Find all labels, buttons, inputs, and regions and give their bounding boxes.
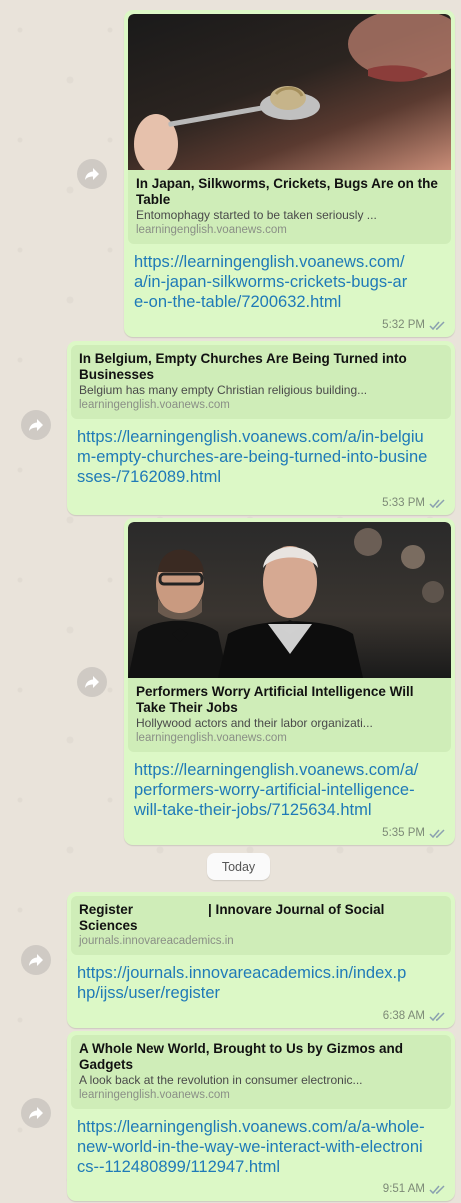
preview-title: Register | Innovare Journal of Social Sc… [79, 902, 389, 933]
message-bubble[interactable]: A Whole New World, Brought to Us by Gizm… [67, 1031, 455, 1201]
message-link[interactable]: https://learningenglish.voanews.com/a/a-… [71, 1109, 451, 1177]
double-check-icon [429, 320, 445, 330]
message-time: 9:51 AM [382, 1183, 425, 1195]
message-bubble[interactable]: In Belgium, Empty Churches Are Being Tur… [67, 341, 455, 515]
message-meta: 6:38 AM [383, 1010, 447, 1022]
message-time: 6:38 AM [382, 1010, 425, 1022]
preview-description: Entomophagy started to be taken seriousl… [136, 208, 377, 222]
forward-icon [29, 419, 43, 431]
preview-domain: journals.innovareacademics.in [79, 935, 234, 947]
preview-domain: learningenglish.voanews.com [136, 732, 287, 744]
message-time: 5:32 PM [382, 319, 425, 331]
forward-button[interactable] [77, 667, 107, 697]
forward-button[interactable] [77, 159, 107, 189]
link-preview[interactable]: Performers Worry Artificial Intelligence… [128, 522, 451, 752]
date-separator: Today [207, 853, 270, 880]
preview-domain: learningenglish.voanews.com [79, 1089, 230, 1101]
forward-icon [85, 168, 99, 180]
message-link[interactable]: https://learningenglish.voanews.com/a/in… [128, 244, 451, 312]
preview-description: Hollywood actors and their labor organiz… [136, 716, 373, 730]
message-time: 5:35 PM [382, 827, 425, 839]
double-check-icon [429, 498, 445, 508]
preview-title: A Whole New World, Brought to Us by Gizm… [79, 1041, 403, 1072]
forward-button[interactable] [21, 945, 51, 975]
preview-domain: learningenglish.voanews.com [79, 399, 230, 411]
message-bubble[interactable]: In Japan, Silkworms, Crickets, Bugs Are … [124, 10, 455, 337]
forward-icon [29, 954, 43, 966]
preview-description: Belgium has many empty Christian religio… [79, 383, 368, 397]
double-check-icon [429, 1184, 445, 1194]
double-check-icon [429, 1011, 445, 1021]
message-time: 5:33 PM [382, 497, 425, 509]
preview-title: Performers Worry Artificial Intelligence… [136, 684, 414, 715]
double-check-icon [429, 828, 445, 838]
link-preview[interactable]: In Japan, Silkworms, Crickets, Bugs Are … [128, 14, 451, 244]
link-preview[interactable]: In Belgium, Empty Churches Are Being Tur… [71, 345, 451, 419]
preview-title: In Japan, Silkworms, Crickets, Bugs Are … [136, 176, 438, 207]
forward-button[interactable] [21, 410, 51, 440]
message-link[interactable]: https://learningenglish.voanews.com/a/pe… [128, 752, 451, 820]
forward-icon [85, 676, 99, 688]
message-link[interactable]: https://learningenglish.voanews.com/a/in… [71, 419, 451, 487]
link-preview[interactable]: A Whole New World, Brought to Us by Gizm… [71, 1035, 451, 1109]
forward-icon [29, 1107, 43, 1119]
message-meta: 5:32 PM [382, 319, 447, 331]
preview-image [128, 522, 451, 678]
link-preview[interactable]: Register | Innovare Journal of Social Sc… [71, 896, 451, 955]
message-link[interactable]: https://journals.innovareacademics.in/in… [71, 955, 451, 1003]
forward-button[interactable] [21, 1098, 51, 1128]
preview-domain: learningenglish.voanews.com [136, 224, 287, 236]
preview-description: A look back at the revolution in consume… [79, 1073, 363, 1087]
message-bubble[interactable]: Register | Innovare Journal of Social Sc… [67, 892, 455, 1028]
preview-title: In Belgium, Empty Churches Are Being Tur… [79, 351, 407, 382]
message-bubble[interactable]: Performers Worry Artificial Intelligence… [124, 518, 455, 845]
preview-image [128, 14, 451, 170]
message-meta: 5:33 PM [382, 497, 447, 509]
message-meta: 5:35 PM [382, 827, 447, 839]
message-meta: 9:51 AM [383, 1183, 447, 1195]
